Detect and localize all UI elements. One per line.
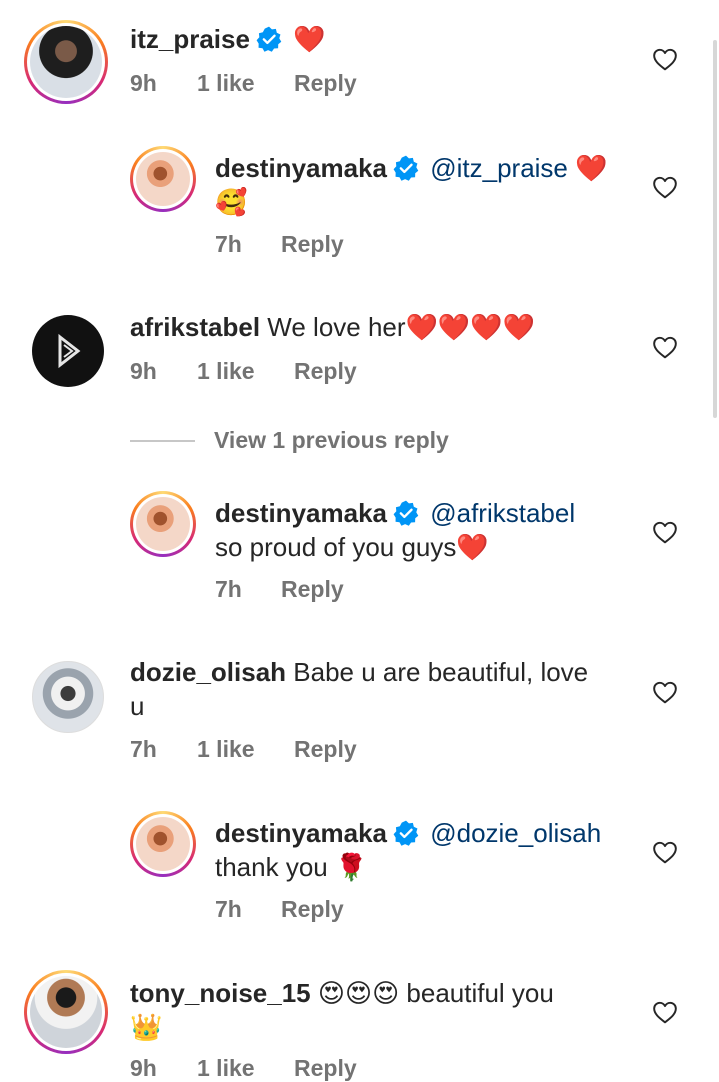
comment-text: so proud of you guys❤️ — [215, 532, 489, 562]
comment-likes[interactable]: 1 like — [197, 736, 255, 763]
comment-likes[interactable]: 1 like — [197, 70, 255, 97]
comment-likes[interactable]: 1 like — [197, 1055, 255, 1082]
like-heart-icon[interactable] — [652, 1000, 678, 1024]
like-heart-icon[interactable] — [652, 840, 678, 864]
reply-button[interactable]: Reply — [281, 896, 344, 923]
comment-time: 9h — [130, 70, 157, 96]
comment-time: 7h — [215, 576, 242, 602]
comment-text: ❤️ — [567, 153, 608, 183]
verified-badge-icon — [393, 500, 419, 526]
scrollbar[interactable] — [713, 40, 717, 418]
comment-username[interactable]: destinyamaka — [215, 818, 387, 848]
comment-body: dozie_olisah Babe u are beautiful, love … — [130, 655, 630, 723]
comment-time: 7h — [215, 231, 242, 257]
avatar[interactable] — [32, 661, 104, 733]
comment-text-line2: 👑 — [130, 1012, 163, 1042]
comment-text: 😍😍😍 beautiful you — [310, 978, 554, 1008]
like-heart-icon[interactable] — [652, 680, 678, 704]
comment-body: destinyamaka @dozie_olisah thank you 🌹 — [215, 816, 635, 884]
reply-button[interactable]: Reply — [294, 358, 357, 385]
comment-time: 9h — [130, 1055, 157, 1081]
comment-body: itz_praise ❤️ — [130, 22, 326, 56]
comment-body: destinyamaka @afrikstabel so proud of yo… — [215, 496, 635, 564]
comment-username[interactable]: tony_noise_15 — [130, 978, 311, 1008]
comment-body: afrikstabel We love her❤️❤️❤️❤️ — [130, 310, 535, 344]
comment-username[interactable]: dozie_olisah — [130, 657, 286, 687]
comment-body: tony_noise_15 😍😍😍 beautiful you 👑 — [130, 976, 630, 1044]
like-heart-icon[interactable] — [652, 520, 678, 544]
comment-time: 9h — [130, 358, 157, 384]
divider — [130, 440, 195, 442]
comment-text: thank you 🌹 — [215, 852, 368, 882]
comment-text: Babe u are beautiful, love — [286, 657, 589, 687]
avatar[interactable] — [130, 146, 196, 212]
comment-time: 7h — [130, 736, 157, 762]
avatar[interactable] — [130, 491, 196, 557]
comment-text: ❤️ — [293, 24, 326, 54]
reply-button[interactable]: Reply — [281, 231, 344, 258]
like-heart-icon[interactable] — [652, 175, 678, 199]
comment-username[interactable]: itz_praise — [130, 24, 250, 54]
view-previous-label[interactable]: View 1 previous reply — [214, 427, 449, 454]
verified-badge-icon — [256, 26, 282, 52]
comment-body: destinyamaka @itz_praise ❤️ 🥰 — [215, 151, 635, 219]
comment-text-line2: 🥰 — [215, 187, 248, 217]
comment-text-line2: u — [130, 691, 145, 721]
comment-likes[interactable]: 1 like — [197, 358, 255, 385]
avatar[interactable] — [32, 315, 104, 387]
mention-link[interactable]: @dozie_olisah — [430, 818, 601, 848]
avatar[interactable] — [24, 970, 108, 1054]
comment-time: 7h — [215, 896, 242, 922]
like-heart-icon[interactable] — [652, 47, 678, 71]
reply-button[interactable]: Reply — [281, 576, 344, 603]
verified-badge-icon — [393, 820, 419, 846]
comment-username[interactable]: destinyamaka — [215, 153, 387, 183]
mention-link[interactable]: @itz_praise — [430, 153, 568, 183]
like-heart-icon[interactable] — [652, 335, 678, 359]
comment-username[interactable]: afrikstabel — [130, 312, 260, 342]
brand-logo-icon — [58, 333, 81, 369]
avatar[interactable] — [24, 20, 108, 104]
comment-text: We love her❤️❤️❤️❤️ — [260, 312, 536, 342]
comment-username[interactable]: destinyamaka — [215, 498, 387, 528]
avatar[interactable] — [130, 811, 196, 877]
reply-button[interactable]: Reply — [294, 736, 357, 763]
verified-badge-icon — [393, 155, 419, 181]
mention-link[interactable]: @afrikstabel — [430, 498, 575, 528]
reply-button[interactable]: Reply — [294, 1055, 357, 1082]
reply-button[interactable]: Reply — [294, 70, 357, 97]
